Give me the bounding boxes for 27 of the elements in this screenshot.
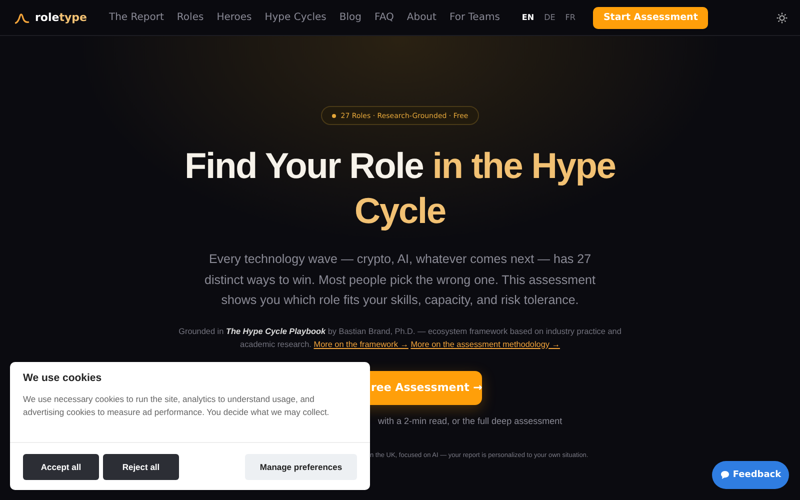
cookie-title: We use cookies (23, 372, 103, 384)
nav-link[interactable]: Roles (176, 12, 204, 23)
nav-link[interactable]: Heroes (216, 12, 252, 23)
cookie-button[interactable]: Accept all (23, 454, 99, 480)
text-link[interactable]: More on the framework → (314, 340, 408, 348)
nav-link[interactable]: Blog (339, 12, 362, 23)
language-option[interactable]: FR (565, 13, 576, 22)
logo-text[interactable]: roletype (35, 11, 87, 24)
sun-icon[interactable] (776, 12, 788, 24)
cookie-button[interactable]: Reject all (103, 454, 179, 480)
nav-link[interactable]: For Teams (449, 12, 500, 23)
hero-description: Every technology wave — crypto, AI, whatever comes next — has 27 distinct ways to win. Most people pick the wrong one. This assessment shows you which role fits your skills, capacity, and risk tolerance. (204, 251, 596, 309)
language-option[interactable]: DE (544, 13, 556, 22)
nav-link[interactable]: Hype Cycles (264, 12, 326, 23)
nav-link[interactable]: The Report (108, 12, 164, 23)
hero-title: Find Your Role in the Hype Cycle (184, 144, 616, 233)
text-link[interactable]: More on the assessment methodology → (410, 340, 560, 348)
source-note: Grounded in The Hype Cycle Playbook by Bastian Brand, Ph.D. — ecosystem framework based on industry practice and academic research. More on the framework → More on the assessment methodology → (178, 326, 622, 350)
chat-bubble-icon (720, 470, 730, 480)
wave-logo-icon (14, 12, 30, 24)
cookie-text: We use necessary cookies to run the site, analytics to understand usage, and advertising cookies to measure ad performance. You decide what we may collect. (23, 393, 330, 419)
language-option[interactable]: EN (522, 13, 534, 22)
assessment-subline: with a 2-min read, or the full deep assessment (378, 416, 564, 426)
feedback-button[interactable]: Feedback (712, 461, 789, 489)
cookie-button[interactable]: Manage preferences (245, 454, 357, 480)
nav-link[interactable]: FAQ (374, 12, 394, 23)
nav-link[interactable]: About (406, 12, 436, 23)
